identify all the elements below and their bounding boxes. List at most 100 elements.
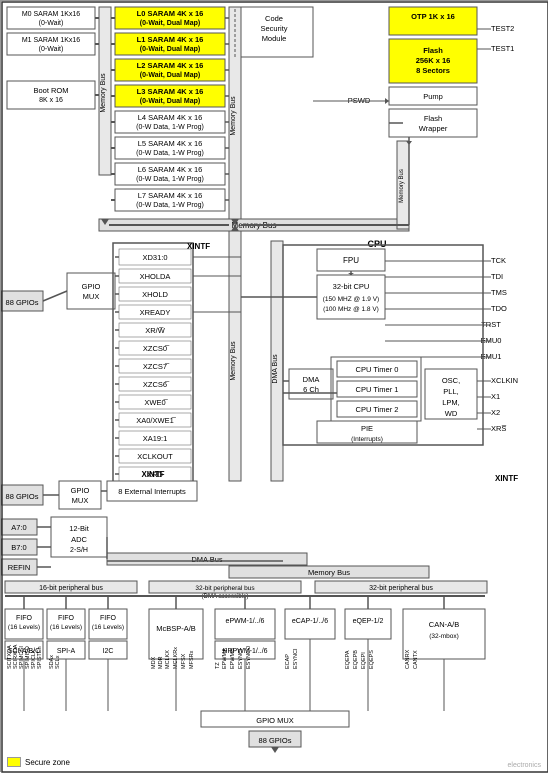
svg-text:PIE: PIE <box>361 424 373 433</box>
svg-text:DMA Bus: DMA Bus <box>191 555 223 564</box>
svg-text:TZ: TZ <box>215 662 221 669</box>
svg-text:L2 SARAM 4K x 16: L2 SARAM 4K x 16 <box>137 61 204 70</box>
svg-text:Wrapper: Wrapper <box>419 124 448 133</box>
svg-text:McBSP-A/B: McBSP-A/B <box>156 624 196 633</box>
svg-text:ePWM-1/../6: ePWM-1/../6 <box>226 618 265 625</box>
svg-text:MUX: MUX <box>83 292 100 301</box>
svg-text:XZCS7̅: XZCS7̅ <box>143 362 170 371</box>
svg-text:12-Bit: 12-Bit <box>69 524 90 533</box>
legend-color-box <box>7 757 21 767</box>
svg-text:ESYNCO: ESYNCO <box>246 645 252 669</box>
svg-text:XCLKOUT: XCLKOUT <box>137 452 173 461</box>
svg-text:GPIO MUX: GPIO MUX <box>256 716 294 725</box>
svg-text:eCAP-1/../6: eCAP-1/../6 <box>292 618 328 625</box>
svg-text:ESYNCI: ESYNCI <box>238 648 244 669</box>
svg-text:XINTF: XINTF <box>187 242 210 251</box>
svg-text:OSC,: OSC, <box>442 376 460 385</box>
svg-text:L3 SARAM 4K x 16: L3 SARAM 4K x 16 <box>137 87 204 96</box>
svg-text:FPU: FPU <box>343 256 359 265</box>
svg-text:L7 SARAM 4K x 16: L7 SARAM 4K x 16 <box>138 191 203 200</box>
svg-text:SPISTEn: SPISTEn <box>37 646 43 669</box>
svg-text:XINTF: XINTF <box>141 470 164 479</box>
svg-text:(0-W Data, 1-W Prog): (0-W Data, 1-W Prog) <box>136 176 204 183</box>
svg-text:32-bit peripheral bus: 32-bit peripheral bus <box>369 585 433 592</box>
svg-text:(0-W Data, 1-W Prog): (0-W Data, 1-W Prog) <box>136 150 204 157</box>
svg-text:LPM,: LPM, <box>442 398 460 407</box>
svg-text:8 Sectors: 8 Sectors <box>416 66 450 75</box>
svg-text:GPIO: GPIO <box>71 486 90 495</box>
svg-text:88 GPIOs: 88 GPIOs <box>259 736 292 745</box>
svg-text:XRS̅: XRS̅ <box>491 424 507 433</box>
svg-text:FIFO: FIFO <box>16 615 32 622</box>
svg-text:MDX: MDX <box>151 656 157 669</box>
svg-text:TEST2: TEST2 <box>491 24 514 33</box>
svg-text:REFIN: REFIN <box>8 563 31 572</box>
svg-text:88 GPIOs: 88 GPIOs <box>6 492 39 501</box>
svg-text:CAN-A/B: CAN-A/B <box>429 620 459 629</box>
svg-text:MDR: MDR <box>158 656 164 669</box>
svg-text:MFSX: MFSX <box>181 653 187 669</box>
svg-text:XD31:0: XD31:0 <box>142 253 167 262</box>
svg-text:DMA Bus: DMA Bus <box>272 354 279 384</box>
svg-text:L0 SARAM 4K x 16: L0 SARAM 4K x 16 <box>137 9 204 18</box>
watermark: electronics <box>508 762 541 769</box>
svg-text:SPI-A: SPI-A <box>57 648 76 655</box>
svg-text:EQEPA: EQEPA <box>345 650 351 669</box>
svg-text:FIFO: FIFO <box>100 615 116 622</box>
svg-text:(32-mbox): (32-mbox) <box>429 633 459 640</box>
svg-text:Memory Bus: Memory Bus <box>399 169 405 203</box>
svg-text:XINTF: XINTF <box>495 474 518 483</box>
svg-text:Flash: Flash <box>423 46 443 55</box>
svg-text:(0-W Data, 1-W Prog): (0-W Data, 1-W Prog) <box>136 202 204 209</box>
svg-text:ECAP: ECAP <box>285 654 291 669</box>
svg-text:MCLKX: MCLKX <box>165 650 171 669</box>
svg-text:8 External Interrupts: 8 External Interrupts <box>118 487 186 496</box>
svg-text:8K x 16: 8K x 16 <box>39 97 63 104</box>
svg-text:32-bit CPU: 32-bit CPU <box>333 282 370 291</box>
svg-text:(0-Wait): (0-Wait) <box>39 20 64 27</box>
legend-label: Secure zone <box>25 758 70 767</box>
svg-text:XZCS0̅: XZCS0̅ <box>143 344 170 353</box>
svg-text:(0-Wait, Dual Map): (0-Wait, Dual Map) <box>140 20 200 27</box>
svg-text:EQEPB: EQEPB <box>353 650 359 669</box>
svg-text:M0 SARAM 1Kx16: M0 SARAM 1Kx16 <box>22 11 80 18</box>
svg-text:A7:0: A7:0 <box>11 523 26 532</box>
svg-text:CPU: CPU <box>367 239 386 249</box>
svg-text:XCLKIN: XCLKIN <box>491 376 518 385</box>
svg-text:CANTX: CANTX <box>413 650 419 669</box>
block-diagram-svg: M0 SARAM 1Kx16 (0-Wait) M1 SARAM 1Kx16 (… <box>1 1 548 773</box>
svg-text:L1 SARAM 4K x 16: L1 SARAM 4K x 16 <box>137 35 204 44</box>
svg-text:L6 SARAM 4K x 16: L6 SARAM 4K x 16 <box>138 165 203 174</box>
svg-text:256K x 16: 256K x 16 <box>416 56 451 65</box>
svg-text:XHOLDA: XHOLDA <box>140 272 171 281</box>
svg-text:L4 SARAM 4K x 16: L4 SARAM 4K x 16 <box>138 113 203 122</box>
svg-text:XR/W̅: XR/W̅ <box>145 326 166 335</box>
legend: Secure zone <box>7 757 70 767</box>
svg-text:Code: Code <box>265 14 283 23</box>
svg-text:(150 MHZ @ 1.9 V): (150 MHZ @ 1.9 V) <box>323 296 379 303</box>
svg-text:eQEP-1/2: eQEP-1/2 <box>353 618 384 625</box>
svg-text:B7:0: B7:0 <box>11 543 26 552</box>
svg-text:(0-Wait, Dual Map): (0-Wait, Dual Map) <box>140 72 200 79</box>
svg-text:TCK: TCK <box>491 256 506 265</box>
svg-text:Memory Bus: Memory Bus <box>230 96 237 136</box>
svg-text:(0-Wait, Dual Map): (0-Wait, Dual Map) <box>140 46 200 53</box>
svg-text:XZCS6̅: XZCS6̅ <box>143 380 170 389</box>
svg-text:MFSRx: MFSRx <box>189 650 195 669</box>
diagram-container: M0 SARAM 1Kx16 (0-Wait) M1 SARAM 1Kx16 (… <box>0 0 548 772</box>
svg-text:Memory Bus: Memory Bus <box>230 341 237 381</box>
svg-text:TDO: TDO <box>491 304 507 313</box>
svg-text:Pump: Pump <box>423 92 443 101</box>
svg-text:L5 SARAM 4K x 16: L5 SARAM 4K x 16 <box>138 139 203 148</box>
svg-text:M1 SARAM 1Kx16: M1 SARAM 1Kx16 <box>22 37 80 44</box>
svg-text:16-bit peripheral bus: 16-bit peripheral bus <box>39 585 103 592</box>
svg-text:CPU Timer 2: CPU Timer 2 <box>356 405 399 414</box>
svg-text:88 GPIOs: 88 GPIOs <box>6 298 39 307</box>
svg-text:WD: WD <box>445 409 458 418</box>
svg-text:Flash: Flash <box>424 114 442 123</box>
svg-text:MUX: MUX <box>72 496 89 505</box>
svg-text:EPWMB: EPWMB <box>230 648 236 669</box>
svg-text:XHOLD: XHOLD <box>142 290 168 299</box>
svg-text:X2: X2 <box>491 408 500 417</box>
svg-text:Memory Bus: Memory Bus <box>100 73 107 113</box>
